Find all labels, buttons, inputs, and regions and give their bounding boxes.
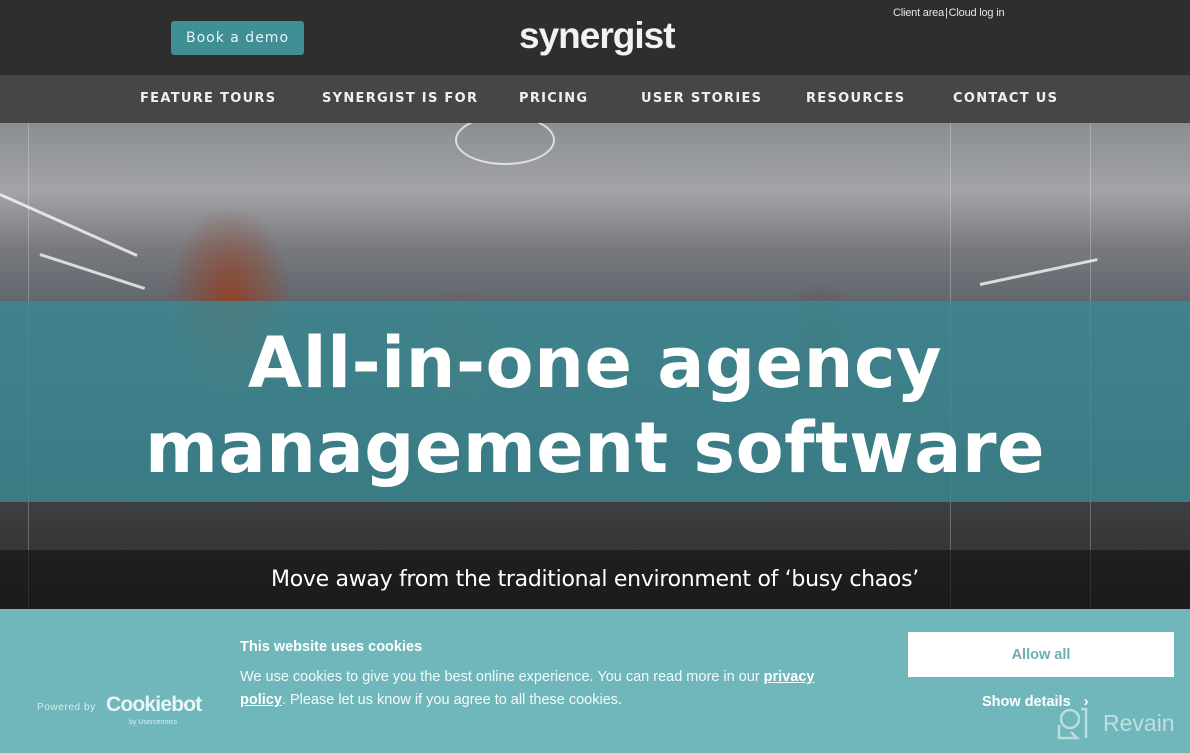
account-links: Client area|Cloud log in [893,7,1005,19]
nav-user-stories[interactable]: USER STORIES [641,75,762,123]
client-area-link[interactable]: Client area [893,7,944,19]
hero-photo-detail [39,253,146,290]
site-header: Book a demo synergist Client area|Cloud … [0,0,1190,75]
hero-photo-detail [979,258,1098,286]
cookie-banner-text: We use cookies to give you the best onli… [240,666,860,712]
hero-section: All-in-one agency management software Mo… [0,123,1190,610]
hero-headline-line2: management software [145,407,1045,489]
cookiebot-sublabel: by Usercentrics [129,719,178,726]
hero-photo-detail [0,193,138,257]
cookie-text-part1: We use cookies to give you the best onli… [240,669,764,685]
revain-text: Revain [1103,709,1175,736]
cookie-banner-title: This website uses cookies [240,639,423,655]
hero-subtitle: Move away from the traditional environme… [271,567,919,592]
revain-logo-icon [1057,707,1088,740]
hero-headline-line1: All-in-one agency [247,322,943,404]
cloud-login-link[interactable]: Cloud log in [949,7,1005,19]
synergist-logo[interactable]: synergist [519,11,676,61]
hero-photo-lamp [455,123,555,165]
revain-watermark: Revain [1055,705,1175,741]
nav-contact-us[interactable]: CONTACT US [953,75,1058,123]
main-nav: FEATURE TOURS SYNERGIST IS FOR PRICING U… [0,75,1190,123]
powered-by-label: Powered by [37,702,96,713]
cookiebot-logo[interactable]: Cookiebot [106,693,202,717]
cookie-text-part2: . Please let us know if you agree to all… [281,692,623,708]
cookie-banner: Powered by Cookiebot by Usercentrics Thi… [0,609,1190,753]
nav-resources[interactable]: RESOURCES [806,75,905,123]
allow-all-button[interactable]: Allow all [908,632,1174,677]
nav-pricing[interactable]: PRICING [519,75,588,123]
nav-synergist-is-for[interactable]: SYNERGIST IS FOR [322,75,478,123]
nav-feature-tours[interactable]: FEATURE TOURS [140,75,276,123]
book-demo-button[interactable]: Book a demo [171,21,304,55]
